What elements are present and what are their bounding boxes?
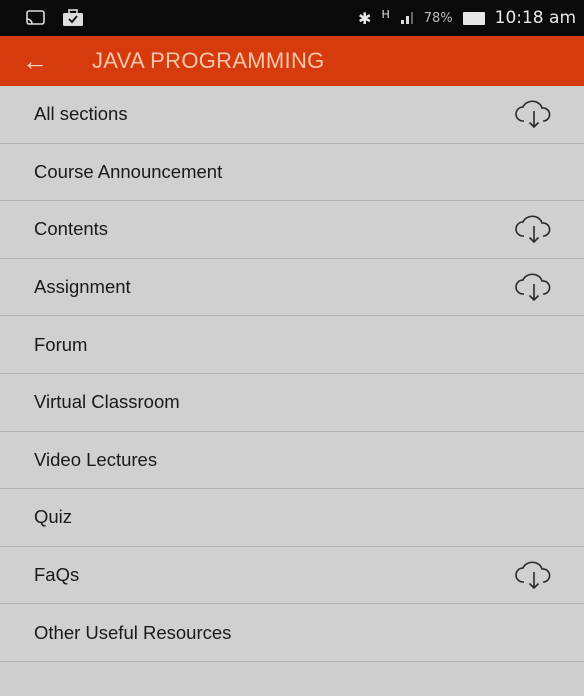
list-item[interactable]: Assignment — [0, 258, 584, 317]
bluetooth-icon: ✱ — [358, 8, 372, 28]
list-item[interactable]: All sections — [0, 86, 584, 144]
list-item-label: All sections — [34, 103, 128, 125]
list-item-label: Assignment — [34, 276, 131, 298]
list-item[interactable]: Virtual Classroom — [0, 373, 584, 432]
list-item[interactable]: FaQs — [0, 546, 584, 605]
list-item-label: Other Useful Resources — [34, 621, 232, 643]
app-bar: ← JAVA PROGRAMMING — [0, 36, 584, 86]
list-item[interactable]: Course Announcement — [0, 143, 584, 202]
list-item-label: Course Announcement — [34, 160, 223, 182]
list-item-label: Quiz — [34, 506, 73, 528]
clock: 10:18 am — [494, 8, 576, 28]
screen-cast-icon — [26, 10, 45, 25]
list-item-label: Video Lectures — [34, 448, 158, 470]
list-item-label: Contents — [34, 218, 109, 240]
section-list: All sections Course Announcement Contents A… — [0, 86, 584, 662]
status-bar: ✱ H 78% 10:18 am — [0, 0, 584, 36]
list-item-label: FaQs — [34, 564, 80, 586]
cloud-download-icon[interactable] — [514, 560, 554, 590]
briefcase-icon — [63, 9, 83, 26]
cloud-download-icon[interactable] — [514, 99, 554, 129]
list-item[interactable]: Forum — [0, 316, 584, 374]
page-title: JAVA PROGRAMMING — [92, 48, 325, 73]
cloud-download-icon[interactable] — [514, 272, 554, 302]
network-type: H — [381, 7, 390, 21]
list-item-label: Virtual Classroom — [34, 391, 180, 413]
cloud-download-icon[interactable] — [514, 214, 554, 244]
signal-icon — [400, 12, 413, 24]
status-left — [26, 9, 84, 27]
battery-icon — [462, 11, 485, 25]
arrow-left-icon[interactable]: ← — [22, 46, 62, 77]
list-item[interactable]: Contents — [0, 201, 584, 259]
list-item[interactable]: Quiz — [0, 489, 584, 547]
list-item-label: Forum — [34, 333, 88, 355]
list-item[interactable]: Video Lectures — [0, 431, 584, 490]
battery-percent: 78% — [423, 10, 453, 26]
status-right: ✱ H 78% 10:18 am — [358, 7, 576, 29]
list-item[interactable]: Other Useful Resources — [0, 604, 584, 662]
